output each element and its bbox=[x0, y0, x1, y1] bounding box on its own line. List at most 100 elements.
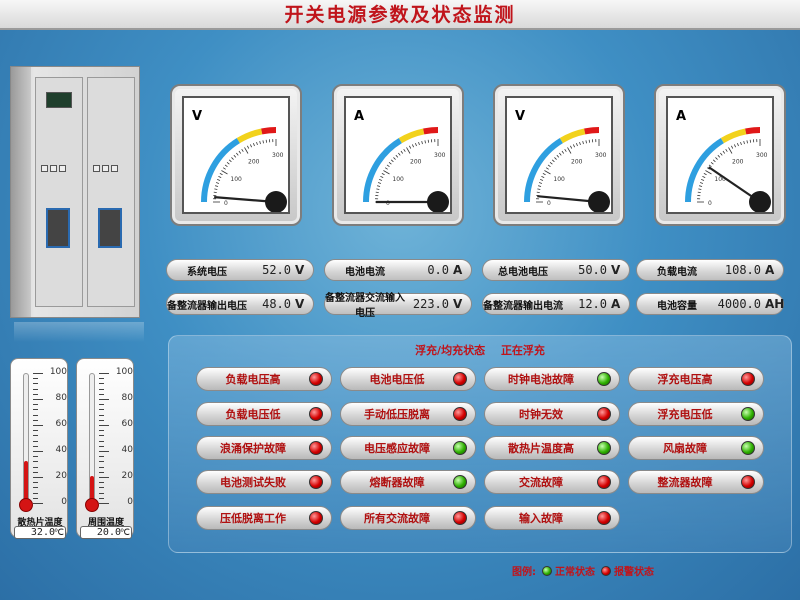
thermo-tick-label: 40 bbox=[55, 445, 67, 455]
gauge-hub bbox=[427, 191, 449, 212]
cabinet-door-left bbox=[35, 77, 83, 307]
gauge-tick bbox=[720, 152, 723, 156]
alarm-indicator: 熔断器故障 bbox=[340, 470, 476, 494]
gauge-tick bbox=[376, 188, 380, 190]
thermo-minor-tick bbox=[99, 430, 104, 432]
thermo-minor-tick bbox=[33, 440, 38, 442]
readout-unit: A bbox=[453, 263, 463, 277]
status-lamp-alarm bbox=[309, 475, 323, 489]
thermo-bulb bbox=[85, 498, 99, 512]
gauge-tick bbox=[715, 157, 718, 160]
gauge-tick bbox=[424, 140, 426, 144]
thermo-minor-tick bbox=[33, 497, 38, 499]
alarm-indicator: 手动低压脱离 bbox=[340, 402, 476, 426]
gauge-tick bbox=[403, 148, 406, 152]
thermo-tick-label: 80 bbox=[55, 393, 67, 403]
alarm-label: 压低脱离工作 bbox=[220, 512, 286, 525]
thermo-tick bbox=[33, 477, 43, 478]
thermo-minor-tick bbox=[33, 383, 38, 385]
gauge-tick-label: 100 bbox=[230, 176, 242, 183]
readout-8: 电池容量 4000.0 AH bbox=[636, 293, 784, 315]
readout-label: 电池电流 bbox=[345, 266, 385, 278]
gauge-tick bbox=[582, 141, 584, 145]
thermo-minor-tick bbox=[33, 409, 38, 411]
readout-value: 12.0 bbox=[578, 297, 607, 311]
thermo-minor-tick bbox=[33, 492, 38, 494]
alarm-label: 浮充电压高 bbox=[657, 373, 713, 386]
legend-normal-lamp bbox=[542, 565, 552, 576]
gauge-dial: 0100200300A bbox=[676, 109, 771, 212]
status-lamp-normal bbox=[741, 441, 755, 455]
gauge-tick bbox=[381, 173, 385, 176]
gauge-tick bbox=[579, 141, 581, 146]
thermo-value: 20.0 bbox=[96, 527, 121, 538]
alarm-indicator: 交流故障 bbox=[484, 470, 620, 494]
thermo-minor-tick bbox=[99, 487, 104, 489]
gauge-tick bbox=[259, 141, 261, 145]
thermo-minor-tick bbox=[99, 440, 104, 442]
gauge-arc-blue bbox=[524, 138, 563, 203]
legend-alarm-label: 报警状态 bbox=[614, 567, 654, 578]
gauge-face: 0 100 200 300 A bbox=[344, 96, 452, 214]
readout-unit: A bbox=[611, 297, 621, 311]
readout-2: 电池电流 0.0 A bbox=[324, 259, 472, 281]
gauge-tick bbox=[244, 147, 249, 154]
gauge-tick bbox=[395, 154, 399, 158]
readout-label: 备整流器输出电流 bbox=[483, 300, 563, 312]
alarm-label: 熔断器故障 bbox=[369, 476, 425, 489]
thermo-minor-tick bbox=[99, 456, 104, 458]
gauge-tick bbox=[576, 143, 578, 147]
thermo-bulb bbox=[19, 498, 33, 512]
gauge-tick bbox=[542, 173, 546, 176]
gauge-hub bbox=[588, 191, 610, 212]
alarm-indicator: 散热片温度高 bbox=[484, 436, 620, 460]
alarm-indicator: 所有交流故障 bbox=[340, 506, 476, 530]
status-lamp-alarm bbox=[453, 372, 467, 386]
gauge-tick-label: 300 bbox=[595, 152, 607, 159]
alarm-indicator: 电压感应故障 bbox=[340, 436, 476, 460]
thermo-scale: 100 80 60 40 20 0 bbox=[33, 367, 69, 507]
status-lamp-alarm bbox=[309, 407, 323, 421]
gauge-tick-label: 300 bbox=[756, 152, 768, 159]
gauge-tick bbox=[710, 162, 714, 165]
gauge-arc-yellow bbox=[398, 128, 425, 144]
gauge-tick bbox=[217, 179, 221, 181]
thermo-readout: 20.0 ℃ bbox=[80, 526, 132, 539]
alarm-indicator: 时钟无效 bbox=[484, 402, 620, 426]
thermo-unit: ℃ bbox=[53, 528, 64, 538]
gauge-arc-yellow bbox=[720, 128, 747, 144]
thermo-minor-tick bbox=[33, 378, 38, 380]
gauge-tick bbox=[415, 143, 417, 147]
gauge-tick bbox=[221, 170, 228, 175]
cabinet-breaker bbox=[98, 208, 122, 248]
gauge-tick bbox=[547, 164, 551, 168]
status-lamp-alarm bbox=[597, 475, 611, 489]
gauge-tick bbox=[699, 182, 704, 184]
thermo-tick bbox=[99, 477, 109, 478]
alarm-label: 负载电压低 bbox=[225, 408, 281, 421]
gauge-tick bbox=[383, 170, 390, 175]
gauge-tick bbox=[538, 185, 542, 187]
gauge-tick bbox=[418, 141, 420, 146]
gauge-tick-label: 200 bbox=[410, 158, 422, 165]
gauge-tick-label: 100 bbox=[553, 176, 565, 183]
gauge-arc-blue bbox=[685, 138, 724, 203]
gauge-tick bbox=[228, 159, 232, 163]
status-lamp-alarm bbox=[597, 511, 611, 525]
alarm-label: 所有交流故障 bbox=[364, 512, 430, 525]
gauge-3: 0 100 200 300 V bbox=[493, 84, 625, 226]
alarm-label: 散热片温度高 bbox=[508, 442, 574, 455]
alarm-label: 负载电压高 bbox=[225, 373, 281, 386]
readout-5: 备整流器输出电压 48.0 V bbox=[166, 293, 314, 315]
thermo-minor-tick bbox=[99, 419, 104, 421]
gauge-tick bbox=[214, 188, 218, 190]
gauge-tick bbox=[233, 154, 237, 158]
alarm-indicator: 风扇故障 bbox=[628, 436, 764, 460]
readout-label: 总电池电压 bbox=[498, 266, 548, 278]
alarm-label: 手动低压脱离 bbox=[364, 408, 430, 421]
title-bar: 开关电源参数及状态监测 bbox=[0, 0, 800, 30]
gauge-tick bbox=[725, 148, 728, 152]
alarm-indicator: 浮充电压高 bbox=[628, 367, 764, 391]
cabinet-buttons bbox=[92, 158, 119, 177]
thermo-tick-label: 0 bbox=[127, 497, 133, 507]
